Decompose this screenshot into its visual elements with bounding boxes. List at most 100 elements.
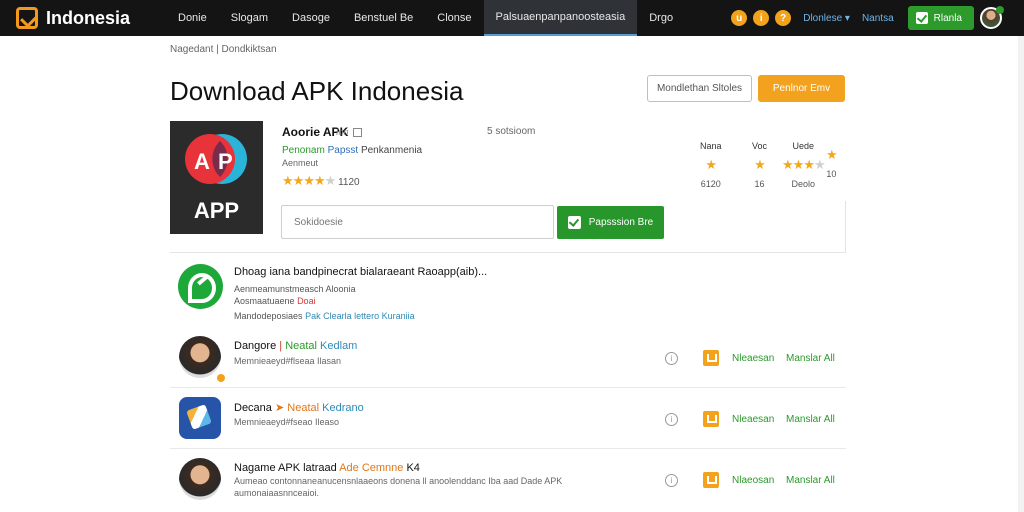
featured-line-2-text: Aosmaatuaene: [234, 296, 295, 306]
list-item-tag-2: Cemnne: [361, 462, 404, 474]
header-action-label: Rlanla: [933, 12, 962, 24]
app-meta: Inn: [336, 127, 362, 138]
account-link[interactable]: Nantsa: [862, 13, 894, 24]
list-item-name[interactable]: Dangore: [234, 340, 276, 352]
app-logo-icon: A P: [185, 134, 247, 184]
download-icon[interactable]: [703, 472, 719, 488]
app-avatar-icon: [179, 336, 227, 384]
list-item-link-1[interactable]: Nlaeosan: [732, 475, 774, 486]
avatar[interactable]: [980, 6, 1004, 29]
check-icon: [567, 216, 581, 229]
list-item-title: Nagame APK latraad Ade Cemnne K4: [234, 462, 420, 474]
app-avatar-icon: [179, 458, 221, 500]
star-filled-icon: ★: [792, 157, 805, 172]
stat-column-3: Uede ★★★★ Deolo: [782, 141, 826, 189]
rating-stars: ★★★★★: [282, 173, 336, 188]
featured-link-1[interactable]: Pak Clearla lettero: [305, 311, 379, 321]
list-item-link-2[interactable]: Manslar All: [786, 414, 835, 425]
featured-title[interactable]: Dhoag iana bandpinecrat bialaraeant Raoa…: [234, 266, 487, 278]
info-icon[interactable]: i: [665, 474, 678, 487]
stat-column-4: ★ 10: [826, 141, 838, 179]
nav-item-7[interactable]: Drgo: [637, 0, 685, 36]
featured-line-1: Aenmeamunstmeasch Aloonia: [234, 284, 356, 294]
rating-value: 1120: [338, 177, 360, 188]
list-item-tag: Ade: [339, 462, 359, 474]
list-item-link-2[interactable]: Manslar All: [786, 475, 835, 486]
info-icon[interactable]: i: [753, 10, 770, 26]
list-item[interactable]: Decana ➤ Neatal Kedrano Memnieaeyd#fseao…: [170, 391, 846, 449]
svg-text:A: A: [194, 149, 210, 174]
featured-item[interactable]: Dhoag iana bandpinecrat bialaraeant Raoa…: [170, 262, 846, 324]
panel-divider: [845, 201, 846, 253]
app-category: Aenmeut: [282, 158, 319, 168]
nav-item-home[interactable]: Donie: [166, 0, 219, 36]
list-item-link-2[interactable]: Manslar All: [786, 353, 835, 364]
page-title: Download APK Indonesia: [170, 76, 464, 106]
developer-name[interactable]: Penonam: [282, 145, 325, 156]
site-logo[interactable]: Indonesia: [0, 7, 160, 29]
list-item-subtitle: Memnieaeyd#flseaa Ilasan: [234, 356, 342, 366]
search-button[interactable]: Papsssion Bre: [557, 206, 664, 239]
nav-item-2[interactable]: Slogam: [219, 0, 280, 36]
star-filled-icon: ★: [292, 173, 305, 188]
star-empty-icon: ★: [324, 173, 337, 188]
secondary-button[interactable]: Mondlethan Sltoles: [647, 75, 752, 102]
breadcrumb[interactable]: Nagedant | Dondkiktsan: [170, 44, 277, 55]
nav-item-4[interactable]: Benstuel Be: [342, 0, 425, 36]
developer-extra: Penkanmenia: [360, 145, 423, 156]
nav-item-3[interactable]: Dasoge: [280, 0, 342, 36]
edit-icon[interactable]: [352, 128, 362, 138]
nav-item-active[interactable]: Palsuaenpanpanoosteasia: [483, 0, 638, 36]
scrollbar[interactable]: [1018, 36, 1024, 512]
featured-app-icon: [178, 264, 223, 309]
download-icon[interactable]: [703, 411, 719, 427]
primary-button[interactable]: Penlnor Emv: [758, 75, 845, 102]
star-filled-icon: ★: [826, 147, 838, 162]
star-filled-icon: ★: [313, 173, 326, 188]
download-icon[interactable]: [703, 350, 719, 366]
list-item-subtitle: Memnieaeyd#fseao Ileaso: [234, 417, 340, 427]
top-navbar: Indonesia Donie Slogam Dasoge Benstuel B…: [0, 0, 1024, 36]
stat-stars: ★: [826, 147, 838, 162]
list-item-link-1[interactable]: Nleaesan: [732, 414, 774, 425]
list-item[interactable]: Dangore | Neatal Kedlam Memnieaeyd#flsea…: [170, 330, 846, 388]
developer-tag[interactable]: Papsst: [328, 145, 359, 156]
star-filled-icon: ★: [754, 157, 766, 172]
stat-value: 16: [754, 179, 765, 189]
svg-text:P: P: [218, 149, 233, 174]
list-item-tag: Neatal: [287, 402, 320, 414]
header-action-button[interactable]: Rlanla: [907, 6, 974, 30]
nav-item-5[interactable]: Clonse: [425, 0, 483, 36]
app-cube-icon: [179, 397, 221, 439]
info-icon[interactable]: i: [665, 413, 678, 426]
star-filled-icon: ★: [803, 157, 815, 172]
check-icon: [915, 12, 928, 24]
logo-text: Indonesia: [46, 7, 131, 28]
help-icon[interactable]: ?: [775, 10, 792, 26]
user-circle-icon[interactable]: u: [731, 10, 748, 26]
user-dropdown-link[interactable]: Dlonlese ▾: [803, 13, 850, 24]
featured-line-2: Aosmaatuaene Doai: [234, 296, 316, 306]
list-item-name[interactable]: Decana: [234, 402, 272, 414]
list-item-tag-2: Kedlam: [320, 340, 358, 352]
app-icon-label: APP: [193, 198, 240, 223]
stat-value: 10: [826, 169, 837, 179]
star-filled-icon: ★: [705, 157, 717, 172]
list-item-name[interactable]: Nagame APK latraad: [234, 462, 337, 474]
stat-value: 6120: [700, 179, 721, 189]
featured-link-2[interactable]: Kuraniia: [382, 311, 415, 321]
list-item-link-1[interactable]: Nleaesan: [732, 353, 774, 364]
list-item[interactable]: Nagame APK latraad Ade Cemnne K4 Aumeao …: [170, 452, 846, 512]
stat-label: Uede: [792, 141, 815, 151]
stat-column-2: Voc ★ 16: [752, 141, 767, 189]
star-filled-icon: ★: [782, 157, 794, 172]
logo-icon: [16, 7, 38, 29]
app-icon[interactable]: A P APP: [170, 121, 263, 234]
list-item-tag-2: Kedrano: [322, 402, 364, 414]
stat-stars: ★★★★: [782, 157, 826, 172]
search-input[interactable]: [281, 205, 554, 239]
featured-line-2-tag: Doai: [297, 296, 316, 306]
app-rating-count: 5 sotsioom: [487, 126, 536, 137]
info-icon[interactable]: i: [665, 352, 678, 365]
star-filled-icon: ★: [303, 173, 315, 188]
